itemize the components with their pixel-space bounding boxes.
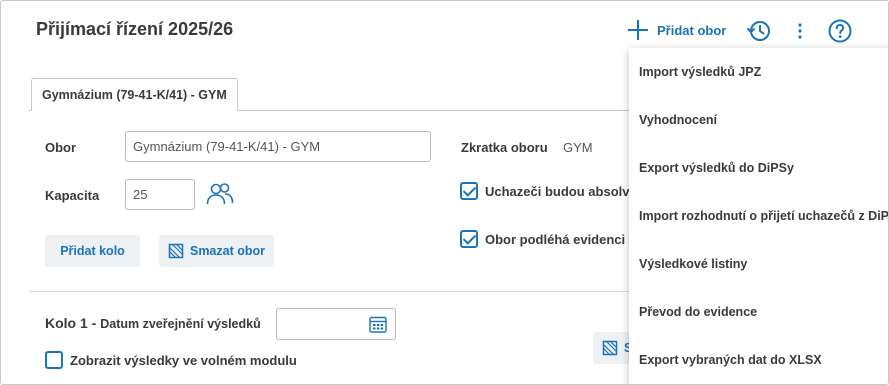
menu-item-import-jpz[interactable]: Import výsledků JPZ (629, 48, 888, 96)
show-results-checkbox[interactable] (45, 351, 63, 369)
help-icon[interactable] (828, 19, 852, 43)
date-input[interactable] (276, 308, 396, 340)
menu-item-export-xlsx[interactable]: Export vybraných dat do XLSX (629, 336, 888, 384)
kapacita-input[interactable]: 25 (125, 179, 195, 210)
round-title: Kolo 1 - Datum zveřejnění výsledků (45, 315, 261, 331)
menu-item-result-lists[interactable]: Výsledkové listiny (629, 240, 888, 288)
actions-dropdown-menu: Import výsledků JPZ Vyhodnocení Export v… (629, 48, 888, 384)
evidence-checkbox[interactable] (460, 230, 478, 248)
plus-icon (627, 19, 649, 41)
zkratka-label: Zkratka oboru (461, 140, 548, 155)
obor-label: Obor (45, 140, 77, 155)
absolvovat-checkbox[interactable] (460, 182, 478, 200)
add-round-label: Přidat kolo (60, 244, 125, 258)
add-field-label: Přidat obor (657, 22, 727, 38)
evidence-label: Obor podléhá evidenci v (485, 232, 636, 247)
page-title: Přijímací řízení 2025/26 (36, 19, 234, 39)
calendar-icon[interactable] (369, 315, 387, 333)
obor-input[interactable]: Gymnázium (79-41-K/41) - GYM (125, 131, 431, 162)
round-number: Kolo 1 - (45, 315, 97, 331)
delete-field-label: Smazat obor (189, 244, 265, 258)
menu-item-export-dipsy[interactable]: Export výsledků do DiPSy (629, 144, 888, 192)
add-round-button[interactable]: Přidat kolo (45, 235, 140, 267)
absolvovat-label: Uchazeči budou absolvo (485, 184, 638, 199)
round-date-label: Datum zveřejnění výsledků (100, 317, 261, 331)
add-field-button[interactable]: Přidat obor (627, 19, 726, 41)
delete-icon (168, 243, 184, 259)
users-icon[interactable] (205, 181, 235, 207)
menu-item-import-decisions[interactable]: Import rozhodnutí o přijetí uchazečů z D… (629, 192, 888, 240)
show-results-label: Zobrazit výsledky ve volném modulu (70, 353, 297, 368)
delete-field-button[interactable]: Smazat obor (159, 235, 274, 267)
menu-item-transfer-evidence[interactable]: Převod do evidence (629, 288, 888, 336)
tab-gymnazium[interactable]: Gymnázium (79-41-K/41) - GYM (31, 78, 238, 111)
app-window: Přijímací řízení 2025/26 Přidat obor Gym… (0, 0, 889, 385)
history-icon[interactable] (746, 18, 772, 44)
delete-icon (602, 340, 618, 356)
menu-item-evaluation[interactable]: Vyhodnocení (629, 96, 888, 144)
kapacita-label: Kapacita (45, 188, 100, 203)
zkratka-value: GYM (563, 140, 593, 155)
kebab-icon[interactable] (792, 19, 808, 43)
